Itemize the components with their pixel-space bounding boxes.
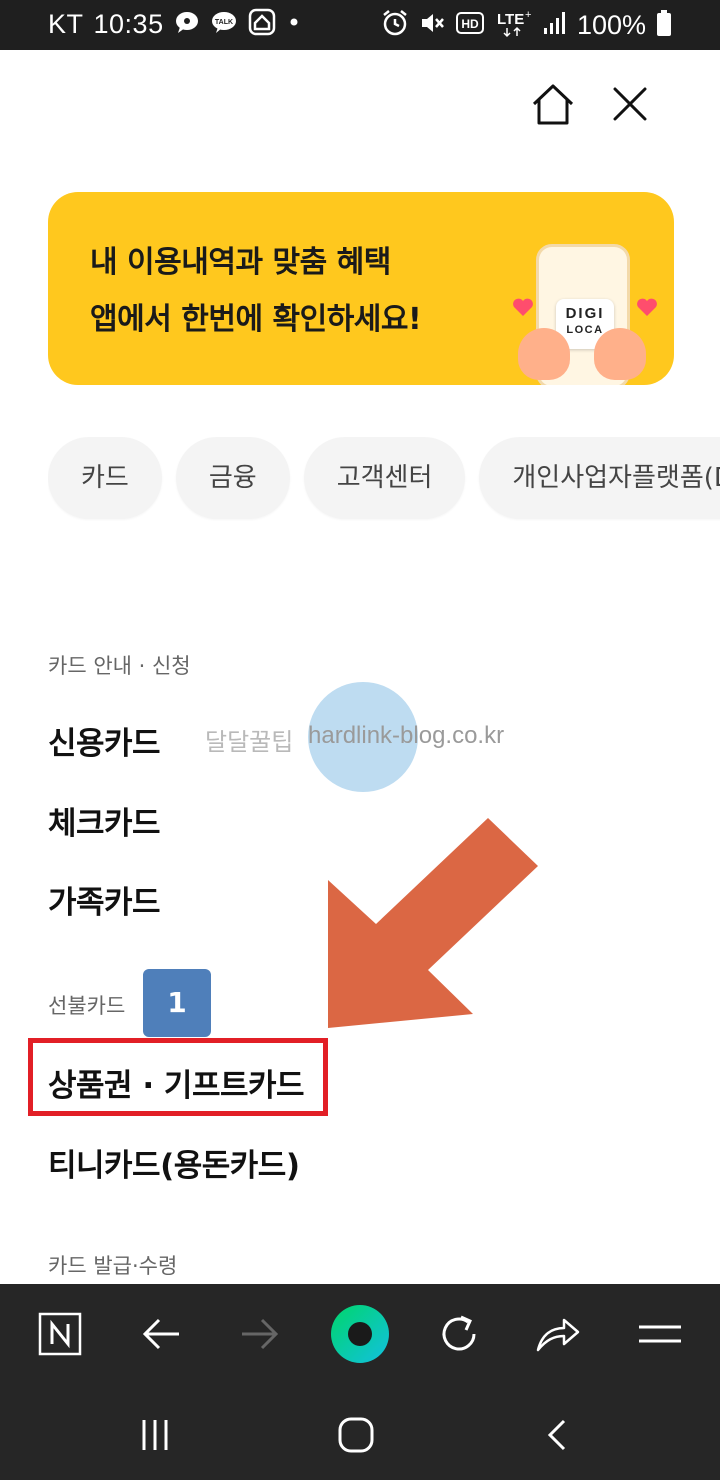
hand-left-illustration [518,328,570,380]
chip-customer-center[interactable]: 고객센터 [303,437,466,519]
refresh-icon [442,1315,476,1351]
section-label-issue: 카드 발급·수령 [48,1254,178,1278]
home-circle-icon [338,1417,374,1453]
system-nav-bar [0,1386,720,1480]
chips-track: 카드 금융 고객센터 개인사업자플랫폼(D [48,437,720,519]
chat-bubble-icon [174,9,200,39]
banner-line-1: 내 이용내역과 맞춤 혜택 [90,245,391,280]
green-dot-icon [331,1305,389,1363]
watermark-text-en: hardlink-blog.co.kr [308,722,505,749]
system-home-button[interactable] [331,1410,381,1460]
naver-home-button[interactable] [30,1304,90,1364]
pointer-arrow-icon [328,818,538,1028]
heart-icon [637,298,657,316]
browser-toolbar [0,1284,720,1386]
banner-illustration: DIGI LOCA [502,236,658,385]
svg-text:LTE: LTE [497,11,524,28]
header-actions [528,80,668,130]
back-arrow-icon [142,1318,179,1350]
naver-n-icon [38,1312,82,1356]
watermark: 달달꿀팁 hardlink-blog.co.kr [200,682,530,794]
kakaotalk-icon: TALK [210,9,238,39]
chip-business-platform[interactable]: 개인사업자플랫폼(D [479,437,720,519]
menu-button[interactable] [630,1304,690,1364]
status-bar-left: KT 10:35 TALK [48,8,302,40]
section-label-card-guide: 카드 안내 · 신청 [48,654,191,678]
share-icon [536,1318,580,1352]
app-promo-banner[interactable]: 내 이용내역과 맞춤 혜택 앱에서 한번에 확인하세요! DIGI LOCA [48,192,674,385]
system-back-button[interactable] [533,1410,583,1460]
dot-icon [286,14,302,34]
banner-line-2: 앱에서 한번에 확인하세요! [90,302,422,337]
heart-icon [513,298,533,316]
watermark-text-ko: 달달꿀팁 [205,728,294,756]
chip-finance[interactable]: 금융 [175,437,290,519]
hand-right-illustration [594,328,646,380]
home-app-icon [248,8,276,40]
home-button[interactable] [528,80,578,130]
hd-icon: HD [455,10,485,40]
chip-card[interactable]: 카드 [48,437,162,519]
svg-text:HD: HD [461,17,479,31]
back-chevron-icon [547,1419,566,1451]
close-icon [613,87,647,121]
status-bar: KT 10:35 TALK HD LTE + 100% [0,0,720,50]
green-dot-button[interactable] [330,1304,390,1364]
home-icon [532,84,574,125]
recent-apps-button[interactable] [130,1410,180,1460]
mute-icon [419,10,445,40]
step-badge: 1 [143,969,211,1037]
signal-icon [543,10,567,40]
recent-apps-icon [142,1420,168,1450]
clock: 10:35 [93,8,164,39]
section-label-prepaid: 선불카드 [48,994,126,1018]
menu-item-gift-card[interactable]: 상품권 · 기프트카드 [48,1060,305,1105]
alarm-icon [381,9,409,41]
menu-item-family-card[interactable]: 가족카드 [48,877,161,922]
category-chips: 카드 금융 고객센터 개인사업자플랫폼(D [48,437,720,521]
svg-text:+: + [525,9,531,21]
refresh-button[interactable] [429,1304,489,1364]
menu-item-credit-card[interactable]: 신용카드 [48,718,161,763]
menu-icon [639,1325,681,1343]
carrier-label: KT [48,8,84,39]
battery-icon [656,9,672,41]
forward-arrow-icon [242,1318,279,1350]
menu-item-tini-card[interactable]: 티니카드(용돈카드) [48,1140,300,1185]
share-button[interactable] [528,1304,588,1364]
lte-icon: LTE + [495,8,533,42]
close-button[interactable] [610,84,650,124]
status-bar-right: HD LTE + 100% [381,8,672,42]
battery-percent: 100% [576,9,646,40]
forward-button[interactable] [230,1304,290,1364]
logo-top-text: DIGI [565,305,605,322]
svg-text:TALK: TALK [215,19,233,26]
menu-item-check-card[interactable]: 체크카드 [48,798,161,843]
back-button[interactable] [131,1304,191,1364]
